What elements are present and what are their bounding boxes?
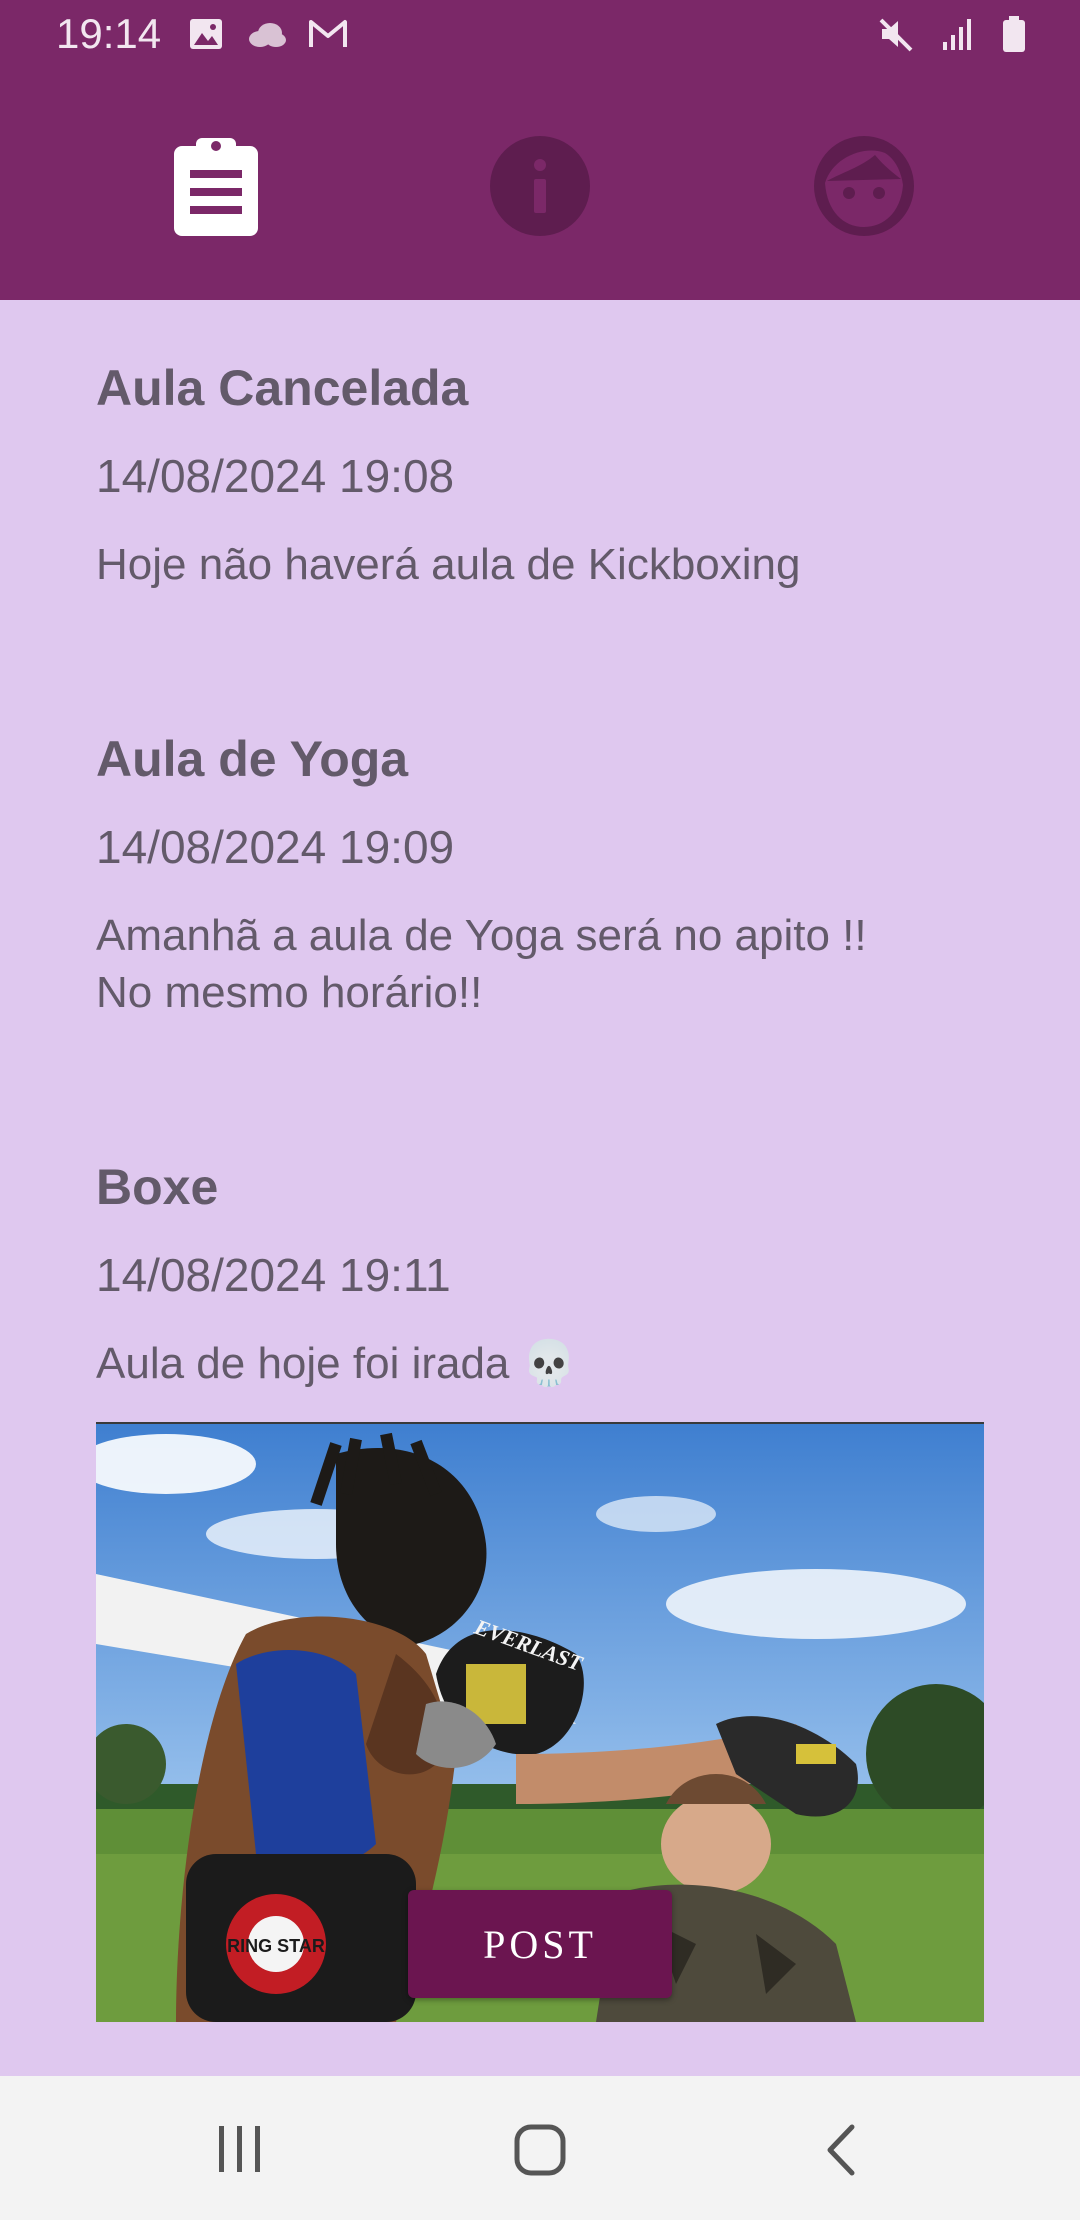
tab-info[interactable] [480, 126, 600, 246]
post-title: Aula Cancelada [96, 360, 469, 416]
post-button[interactable]: POST [408, 1890, 672, 1998]
image-icon [186, 14, 226, 54]
app-header [0, 72, 1080, 300]
tab-feed[interactable] [156, 126, 276, 246]
pad-logo: RING STAR [227, 1936, 325, 1956]
gmail-icon [306, 14, 350, 54]
tab-profile[interactable] [804, 126, 924, 246]
status-bar: 19:14 [0, 0, 1080, 72]
home-icon [513, 2123, 567, 2182]
info-icon [489, 135, 591, 237]
cloud-icon [244, 14, 288, 54]
status-time: 19:14 [56, 10, 162, 57]
clipboard-icon [166, 134, 266, 238]
recents-icon [215, 2124, 265, 2181]
post-body: Amanhã a aula de Yoga será no apito !! N… [96, 911, 867, 1017]
post-date: 14/08/2024 19:09 [96, 821, 455, 873]
recents-button[interactable] [200, 2112, 280, 2192]
post-card: Aula Cancelada 14/08/2024 19:08 Hoje não… [96, 358, 984, 593]
post-card: Boxe 14/08/2024 19:11 Aula de hoje foi i… [96, 1157, 984, 1392]
post-card: Aula de Yoga 14/08/2024 19:09 Amanhã a a… [96, 729, 984, 1021]
nav-bar [0, 2076, 1080, 2220]
status-left-icons [186, 14, 350, 54]
post-body: Aula de hoje foi irada 💀 [96, 1339, 577, 1388]
battery-icon [1000, 14, 1028, 54]
post-body: Hoje não haverá aula de Kickboxing [96, 540, 801, 589]
feed[interactable]: Aula Cancelada 14/08/2024 19:08 Hoje não… [0, 300, 1080, 2076]
status-right-icons [876, 14, 1028, 54]
back-icon [822, 2123, 862, 2182]
post-title: Boxe [96, 1159, 219, 1215]
mute-icon [876, 14, 916, 54]
post-date: 14/08/2024 19:11 [96, 1249, 451, 1301]
back-button[interactable] [802, 2112, 882, 2192]
post-date: 14/08/2024 19:08 [96, 450, 455, 502]
signal-icon [938, 14, 978, 54]
home-button[interactable] [500, 2112, 580, 2192]
face-icon [813, 135, 915, 237]
post-title: Aula de Yoga [96, 731, 409, 787]
